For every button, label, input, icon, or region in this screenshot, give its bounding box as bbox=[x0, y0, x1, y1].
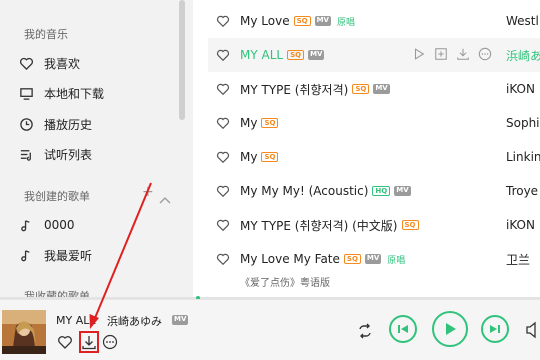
sq-badge: SQ bbox=[352, 84, 370, 94]
song-artist[interactable]: Sophie bbox=[506, 116, 540, 130]
song-artist[interactable]: Linkin bbox=[506, 150, 540, 164]
mv-badge[interactable]: MV bbox=[373, 84, 390, 94]
previous-button[interactable] bbox=[389, 315, 417, 343]
add-icon[interactable] bbox=[434, 47, 448, 61]
add-playlist-icon[interactable]: + bbox=[142, 184, 154, 200]
sidebar-item-label: 播放历史 bbox=[44, 117, 93, 132]
mv-badge[interactable]: MV bbox=[172, 315, 189, 325]
heart-icon[interactable] bbox=[216, 252, 230, 266]
loop-icon[interactable] bbox=[356, 322, 374, 340]
highlight-box bbox=[79, 331, 99, 353]
more-icon[interactable] bbox=[478, 47, 492, 61]
song-artist[interactable]: Troye bbox=[506, 184, 538, 198]
song-title[interactable]: MY TYPE (취향저격) bbox=[240, 81, 348, 98]
sidebar-item-trial-list[interactable]: 试听列表 bbox=[18, 143, 92, 165]
heart-icon[interactable] bbox=[216, 184, 230, 198]
song-title[interactable]: My My My! (Acoustic) bbox=[240, 184, 368, 198]
sidebar-item-label: 我喜欢 bbox=[44, 56, 81, 71]
song-artist[interactable]: 浜崎あゆみ bbox=[506, 47, 540, 64]
table-row[interactable]: My SQ Linkin bbox=[208, 140, 540, 174]
music-note-icon bbox=[18, 247, 34, 263]
album-cover[interactable] bbox=[2, 310, 46, 354]
song-title[interactable]: My Love My Fate bbox=[240, 252, 340, 266]
row-actions bbox=[412, 47, 492, 61]
mv-badge[interactable]: MV bbox=[314, 16, 331, 26]
now-playing-title[interactable]: MY ALL bbox=[56, 314, 96, 327]
table-row[interactable]: My My My! (Acoustic) HQ MV Troye bbox=[208, 174, 540, 208]
mv-badge[interactable]: MV bbox=[308, 50, 325, 60]
now-playing-artist[interactable]: 浜崎あゆみ bbox=[107, 313, 162, 329]
song-title[interactable]: MY ALL bbox=[240, 48, 283, 62]
heart-icon[interactable] bbox=[216, 48, 230, 62]
next-button[interactable] bbox=[481, 315, 509, 343]
heart-icon[interactable] bbox=[216, 218, 230, 232]
table-row[interactable]: My SQ Sophie bbox=[208, 106, 540, 140]
chevron-up-icon[interactable] bbox=[159, 189, 171, 208]
sq-badge: SQ bbox=[343, 254, 361, 264]
sidebar-scrollbar-thumb[interactable] bbox=[179, 0, 185, 120]
playlist-icon bbox=[18, 146, 34, 162]
mv-badge[interactable]: MV bbox=[364, 254, 382, 264]
heart-icon[interactable] bbox=[216, 150, 230, 164]
sq-badge: SQ bbox=[401, 220, 419, 230]
sidebar-item-label: 我最爱听 bbox=[44, 248, 93, 263]
song-list: My Love SQ MV 原唱 Westlife MY ALL SQ MV 浜… bbox=[200, 0, 540, 298]
volume-icon[interactable] bbox=[526, 321, 540, 339]
sidebar-item-label: 本地和下载 bbox=[44, 86, 105, 101]
sidebar-item-label: 试听列表 bbox=[44, 147, 93, 162]
song-artist[interactable]: Westlife bbox=[506, 14, 540, 28]
heart-icon[interactable] bbox=[216, 14, 230, 28]
clock-icon bbox=[18, 116, 34, 132]
mv-badge[interactable]: MV bbox=[394, 186, 411, 196]
song-title[interactable]: My bbox=[240, 116, 257, 130]
heart-icon[interactable] bbox=[57, 334, 73, 350]
sq-badge: SQ bbox=[293, 16, 311, 26]
song-title[interactable]: MY TYPE (취향저격) (中文版) bbox=[240, 217, 398, 234]
table-row[interactable]: MY TYPE (취향저격) SQ MV iKON bbox=[208, 72, 540, 106]
play-icon[interactable] bbox=[412, 47, 426, 61]
sidebar-item-history[interactable]: 播放历史 bbox=[18, 113, 92, 135]
table-row-active[interactable]: MY ALL SQ MV 浜崎あゆみ bbox=[208, 38, 540, 72]
section-my-music: 我的音乐 bbox=[24, 28, 68, 41]
sq-badge: SQ bbox=[261, 118, 279, 128]
download-icon[interactable] bbox=[456, 47, 470, 61]
song-title[interactable]: My bbox=[240, 150, 257, 164]
sq-badge: SQ bbox=[287, 50, 305, 60]
play-button[interactable] bbox=[432, 311, 468, 347]
table-row[interactable]: My Love My Fate SQ MV 原唱 卫兰 bbox=[208, 242, 540, 276]
song-artist[interactable]: iKON bbox=[506, 218, 535, 232]
play-icon bbox=[446, 323, 456, 335]
table-row[interactable]: MY TYPE (취향저격) (中文版) SQ iKON bbox=[208, 208, 540, 242]
song-title[interactable]: My Love bbox=[240, 14, 290, 28]
more-icon[interactable] bbox=[102, 334, 118, 350]
song-artist[interactable]: iKON bbox=[506, 82, 535, 96]
heart-icon[interactable] bbox=[216, 82, 230, 96]
original-label: 原唱 bbox=[336, 17, 355, 28]
sidebar: 我的音乐 我喜欢 本地和下载 播放历史 试听列表 我创建的歌单 + 0000 我… bbox=[0, 0, 193, 298]
sidebar-item-playlist-0000[interactable]: 0000 bbox=[18, 214, 75, 236]
previous-icon bbox=[398, 325, 408, 333]
sidebar-item-local-downloads[interactable]: 本地和下载 bbox=[18, 82, 104, 104]
song-artist[interactable]: 卫兰 bbox=[506, 251, 530, 268]
heart-icon[interactable] bbox=[216, 116, 230, 130]
next-icon bbox=[490, 325, 500, 333]
sidebar-item-playlist-favorite[interactable]: 我最爱听 bbox=[18, 244, 92, 266]
music-note-icon bbox=[18, 217, 34, 233]
hq-badge: HQ bbox=[372, 186, 391, 196]
song-subtitle: 《爱了点伤》粤语版 bbox=[240, 278, 330, 289]
monitor-icon bbox=[18, 85, 34, 101]
sidebar-item-favorites[interactable]: 我喜欢 bbox=[18, 52, 80, 74]
section-created-playlists: 我创建的歌单 bbox=[24, 190, 90, 203]
sq-badge: SQ bbox=[261, 152, 279, 162]
sidebar-item-label: 0000 bbox=[44, 218, 75, 232]
heart-icon bbox=[18, 55, 34, 71]
original-label: 原唱 bbox=[387, 255, 406, 266]
table-row[interactable]: My Love SQ MV 原唱 Westlife bbox=[208, 4, 540, 38]
